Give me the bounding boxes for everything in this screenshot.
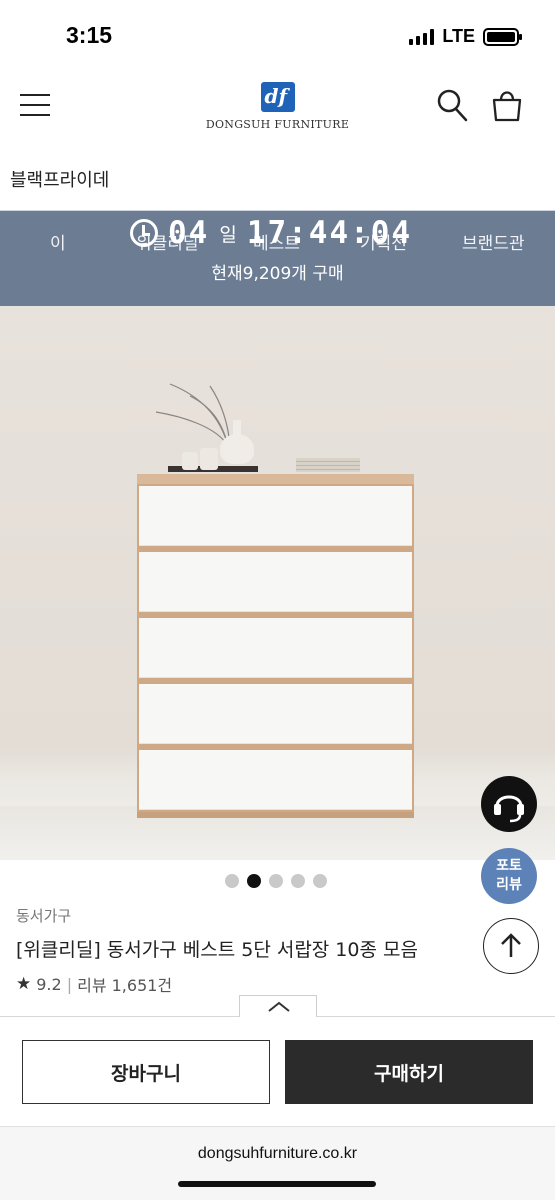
dried-flower-decor: [155, 383, 231, 446]
rating-score: 9.2: [36, 974, 62, 994]
timer-days: 04: [168, 215, 210, 251]
arrow-up-icon: [501, 933, 521, 957]
search-icon[interactable]: [436, 88, 468, 122]
photo-review-button[interactable]: 포토 리뷰: [481, 848, 537, 904]
photo-review-label-1: 포토: [496, 858, 522, 874]
carousel-dot[interactable]: [313, 874, 327, 888]
buy-now-button[interactable]: 구매하기: [285, 1040, 533, 1104]
scroll-top-button[interactable]: [483, 918, 539, 974]
home-indicator[interactable]: [178, 1181, 376, 1187]
browser-url-bar[interactable]: dongsuhfurniture.co.kr: [0, 1126, 555, 1200]
url-text: dongsuhfurniture.co.kr: [197, 1145, 358, 1162]
timer-time: 17:44:04: [246, 215, 413, 251]
countdown-timer: 04 일 17:44:04: [130, 215, 412, 251]
purchase-count: 현재9,209개 구매: [211, 264, 344, 284]
carousel-dot[interactable]: [269, 874, 283, 888]
chevron-up-icon: [268, 1001, 290, 1012]
carousel-dot[interactable]: [225, 874, 239, 888]
menu-icon[interactable]: [20, 94, 50, 116]
candle-decor: [200, 448, 218, 470]
star-icon: ★: [16, 974, 32, 994]
books-decor: [296, 458, 360, 472]
timer-day-unit: 일: [219, 223, 237, 246]
carousel-dot[interactable]: [291, 874, 305, 888]
review-count: 리뷰 1,651건: [77, 976, 173, 995]
vase-decor: [220, 420, 254, 464]
customer-support-button[interactable]: [481, 776, 537, 832]
add-to-cart-button[interactable]: 장바구니: [22, 1040, 270, 1104]
carousel-dot-active[interactable]: [247, 874, 261, 888]
status-indicators: LTE: [409, 26, 522, 47]
network-label: LTE: [442, 26, 475, 46]
clock-icon: [130, 219, 158, 247]
logo-text: DONGSUH FURNITURE: [205, 118, 350, 131]
photo-review-label-2: 리뷰: [496, 877, 522, 893]
rating-separator: |: [66, 974, 73, 994]
status-time: 3:15: [66, 22, 113, 48]
site-header: DONGSUH FURNITURE: [0, 70, 555, 160]
deal-banner: 이 위클리딜 베스트 기획전 브랜드관 04 일 17:44:04 현재9,20…: [0, 210, 555, 306]
category-title: 블랙프라이데: [10, 170, 110, 191]
cart-icon[interactable]: [490, 86, 524, 122]
tab-brand[interactable]: 브랜드관: [462, 229, 525, 254]
headset-icon: [494, 795, 524, 823]
product-image[interactable]: [0, 306, 555, 860]
logo-mark-icon: [260, 82, 295, 112]
product-title: [위클리딜] 동서가구 베스트 5단 서랍장 10종 모음: [16, 939, 418, 961]
carousel-indicator: [225, 874, 327, 888]
dresser-illustration: [137, 474, 414, 818]
product-rating[interactable]: ★ 9.2 | 리뷰 1,651건: [16, 972, 172, 996]
sheet-toggle[interactable]: [239, 995, 317, 1017]
site-logo[interactable]: DONGSUH FURNITURE: [200, 82, 355, 131]
signal-icon: [409, 28, 435, 45]
product-brand[interactable]: 동서가구: [16, 905, 71, 926]
status-bar: 3:15 LTE: [0, 0, 555, 70]
battery-icon: [483, 27, 522, 46]
candle-decor: [182, 452, 198, 470]
tab-0[interactable]: 이: [50, 229, 66, 254]
